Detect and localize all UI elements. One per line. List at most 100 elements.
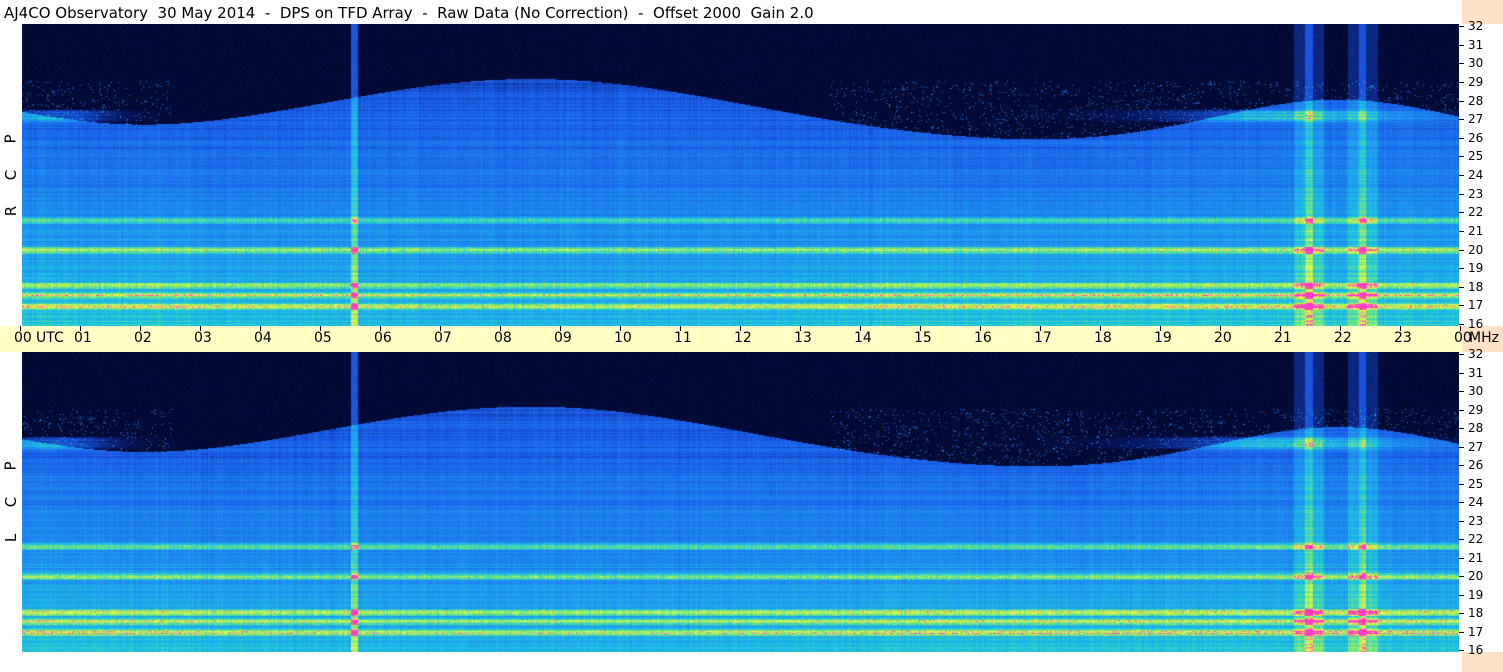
time-tick-label: 08 — [494, 330, 512, 346]
time-tick-label: 20 — [1214, 330, 1232, 346]
time-tick-label: 21 — [1274, 330, 1292, 346]
freq-tick-label: 26 — [1468, 458, 1484, 472]
freq-tick-label: 22 — [1468, 532, 1484, 546]
freq-tick-label: 28 — [1468, 421, 1484, 435]
freq-tick — [1459, 101, 1464, 102]
freq-tick — [1459, 558, 1464, 559]
time-tick-label: 13 — [794, 330, 812, 346]
time-tick-label: 02 — [134, 330, 152, 346]
panel-label-rcp: P C R — [0, 24, 22, 326]
freq-axis-rcp: 32 31 30 29 28 27 26 25 24 23 22 21 20 19 18 17 16 — [1459, 20, 1503, 330]
time-tick-label: 17 — [1034, 330, 1052, 346]
freq-tick-label: 24 — [1468, 495, 1484, 509]
freq-tick — [1459, 521, 1464, 522]
freq-tick-label: 30 — [1468, 384, 1484, 398]
freq-tick-label: 30 — [1468, 56, 1484, 70]
freq-tick — [1459, 465, 1464, 466]
freq-tick — [1459, 595, 1464, 596]
time-tick-label: 05 — [314, 330, 332, 346]
freq-tick — [1459, 194, 1464, 195]
freq-tick — [1459, 268, 1464, 269]
time-tick-label: 04 — [254, 330, 272, 346]
spectrogram-rcp — [22, 24, 1459, 326]
freq-tick-label: 23 — [1468, 514, 1484, 528]
freq-tick-label: 32 — [1468, 19, 1484, 33]
freq-tick-label: 25 — [1468, 149, 1484, 163]
time-tick-label: 14 — [854, 330, 872, 346]
freq-tick — [1459, 447, 1464, 448]
time-tick-label: 22 — [1334, 330, 1352, 346]
freq-tick — [1459, 354, 1464, 355]
freq-tick-label: 31 — [1468, 366, 1484, 380]
freq-tick-label: 21 — [1468, 551, 1484, 565]
freq-tick-label: 21 — [1468, 224, 1484, 238]
freq-tick — [1459, 324, 1464, 325]
freq-tick — [1459, 250, 1464, 251]
freq-tick-label: 22 — [1468, 205, 1484, 219]
freq-tick — [1459, 613, 1464, 614]
freq-tick-label: 27 — [1468, 112, 1484, 126]
freq-axis-lcp: 32 31 30 29 28 27 26 25 24 23 22 21 20 19 18 17 16 — [1459, 348, 1503, 656]
time-axis-unit: UTC — [36, 330, 64, 346]
freq-tick-label: 19 — [1468, 261, 1484, 275]
time-tick-label: 06 — [374, 330, 392, 346]
freq-tick-label: 18 — [1468, 280, 1484, 294]
freq-tick-label: 29 — [1468, 75, 1484, 89]
freq-tick — [1459, 539, 1464, 540]
freq-tick — [1459, 576, 1464, 577]
time-tick-label: 19 — [1154, 330, 1172, 346]
time-tick-label: 23 — [1394, 330, 1412, 346]
freq-tick-label: 31 — [1468, 38, 1484, 52]
time-tick-label: 15 — [914, 330, 932, 346]
freq-tick-label: 32 — [1468, 347, 1484, 361]
freq-tick — [1459, 305, 1464, 306]
time-tick-label: 11 — [674, 330, 692, 346]
freq-tick — [1459, 287, 1464, 288]
freq-axis-unit: MHz — [1469, 330, 1499, 346]
time-tick-label: 09 — [554, 330, 572, 346]
freq-tick — [1459, 410, 1464, 411]
time-tick-label: 16 — [974, 330, 992, 346]
freq-tick — [1459, 231, 1464, 232]
freq-tick-label: 29 — [1468, 403, 1484, 417]
freq-tick-label: 17 — [1468, 298, 1484, 312]
time-tick-label: 01 — [74, 330, 92, 346]
freq-tick — [1459, 175, 1464, 176]
freq-tick — [1459, 391, 1464, 392]
freq-tick — [1459, 138, 1464, 139]
freq-tick-label: 24 — [1468, 168, 1484, 182]
freq-tick — [1459, 119, 1464, 120]
freq-tick — [1459, 373, 1464, 374]
freq-tick-label: 19 — [1468, 588, 1484, 602]
freq-tick-label: 18 — [1468, 606, 1484, 620]
freq-tick-label: 25 — [1468, 477, 1484, 491]
spectrogram-lcp-canvas — [22, 352, 1459, 652]
freq-tick-label: 23 — [1468, 187, 1484, 201]
freq-tick — [1459, 63, 1464, 64]
freq-tick — [1459, 650, 1464, 651]
freq-tick — [1459, 45, 1464, 46]
freq-tick — [1459, 632, 1464, 633]
freq-tick-label: 17 — [1468, 625, 1484, 639]
freq-tick-label: 28 — [1468, 94, 1484, 108]
time-tick-label: 18 — [1094, 330, 1112, 346]
freq-tick — [1459, 82, 1464, 83]
chart-title: AJ4CO Observatory 30 May 2014 - DPS on T… — [4, 4, 814, 22]
time-tick-label: 10 — [614, 330, 632, 346]
freq-tick-label: 16 — [1468, 643, 1484, 657]
spectrogram-lcp — [22, 352, 1459, 652]
freq-tick-label: 20 — [1468, 569, 1484, 583]
time-tick-label: 12 — [734, 330, 752, 346]
freq-tick — [1459, 26, 1464, 27]
freq-tick-label: 27 — [1468, 440, 1484, 454]
spectrogram-rcp-canvas — [22, 24, 1459, 326]
time-tick-label: 07 — [434, 330, 452, 346]
time-tick-label: 00 — [14, 330, 32, 346]
freq-tick — [1459, 428, 1464, 429]
freq-tick — [1459, 502, 1464, 503]
freq-tick — [1459, 484, 1464, 485]
panel-label-lcp: P C L — [0, 352, 22, 652]
freq-tick-label: 20 — [1468, 243, 1484, 257]
freq-tick-label: 16 — [1468, 317, 1484, 331]
freq-tick — [1459, 156, 1464, 157]
